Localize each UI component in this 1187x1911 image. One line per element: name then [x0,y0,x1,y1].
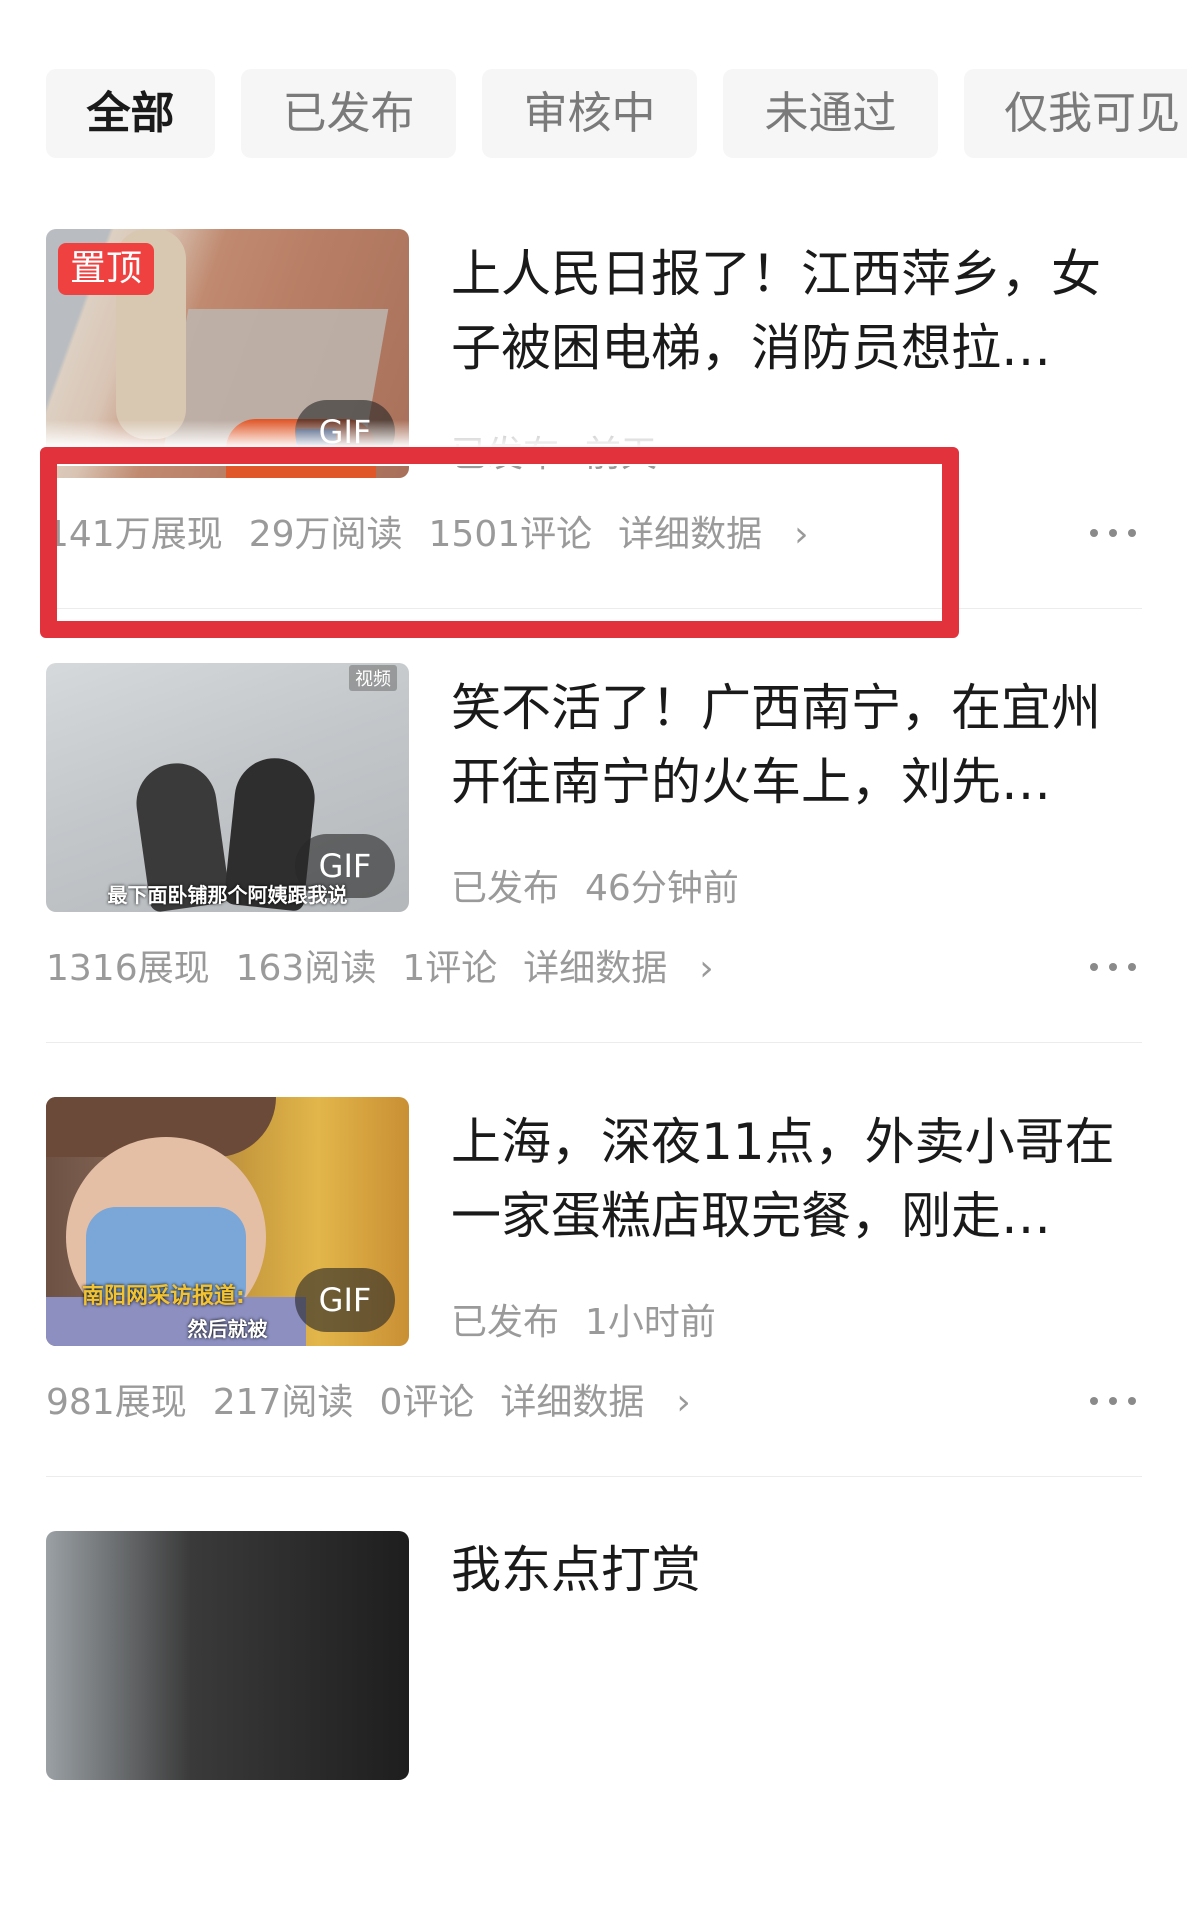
detail-data-link[interactable]: 详细数据 › [618,514,834,555]
impressions-count: 141万展现 [46,514,223,555]
divider [46,1042,1142,1043]
tab-private[interactable]: 仅我可见 [964,69,1187,158]
more-options-icon[interactable] [1090,1381,1136,1421]
tab-published[interactable]: 已发布 [241,69,456,158]
thumbnail-caption: 然后就被 [187,1317,268,1341]
more-options-icon[interactable] [1090,947,1136,987]
thumbnail-caption: 最下面卧铺那个阿姨跟我说 [107,883,348,907]
reads-count: 217阅读 [212,1382,354,1423]
chevron-right-icon: › [699,948,714,989]
divider [46,608,1142,609]
article-title[interactable]: 上海，深夜11点，外卖小哥在一家蛋糕店取完餐，刚走… [451,1105,1143,1253]
article-title[interactable]: 我东点打赏 [451,1533,1143,1681]
detail-data-link[interactable]: 详细数据 › [523,948,739,989]
comments-count: 0评论 [379,1382,475,1423]
publish-status: 已发布 [451,868,560,909]
detail-data-label: 详细数据 [523,948,668,989]
article-item[interactable]: 置顶 GIF 上人民日报了！江西萍乡，女子被困电梯，消防员想拉… 已发布前天 1… [46,229,1142,609]
tab-rejected[interactable]: 未通过 [723,69,938,158]
article-stats: 981展现 217阅读 0评论 详细数据 › [46,1373,743,1425]
article-stats: 141万展现 29万阅读 1501评论 详细数据 › [46,505,861,557]
more-options-icon[interactable] [1090,513,1136,553]
article-title[interactable]: 上人民日报了！江西萍乡，女子被困电梯，消防员想拉… [451,237,1143,385]
thumbnail-caption-source: 南阳网采访报道: [82,1284,245,1309]
pinned-badge: 置顶 [58,243,155,295]
article-title[interactable]: 笑不活了！广西南宁，在宜州开往南宁的火车上，刘先… [451,671,1143,819]
article-thumbnail[interactable]: 南阳网采访报道: GIF 然后就被 [46,1097,409,1346]
tab-under-review[interactable]: 审核中 [482,69,697,158]
reads-count: 163阅读 [235,948,377,989]
chevron-right-icon: › [794,514,809,555]
publish-time: 1小时前 [585,1302,716,1343]
detail-data-link[interactable]: 详细数据 › [500,1382,716,1423]
article-meta: 已发布 1小时前 [451,1293,716,1345]
chevron-right-icon: › [676,1382,691,1423]
article-item[interactable]: 视频 GIF 最下面卧铺那个阿姨跟我说 笑不活了！广西南宁，在宜州开往南宁的火车… [46,663,1142,1043]
reads-count: 29万阅读 [248,514,403,555]
article-stats: 1316展现 163阅读 1评论 详细数据 › [46,939,766,991]
detail-data-label: 详细数据 [500,1382,645,1423]
article-meta: 已发布 46分钟前 [451,859,739,911]
video-tag: 视频 [349,665,397,691]
article-item[interactable]: 南阳网采访报道: GIF 然后就被 上海，深夜11点，外卖小哥在一家蛋糕店取完餐… [46,1097,1142,1477]
article-item[interactable]: 我东点打赏 [46,1531,1142,1911]
article-thumbnail[interactable]: 视频 GIF 最下面卧铺那个阿姨跟我说 [46,663,409,912]
faded-meta-overlay [46,420,686,466]
tab-all[interactable]: 全部 [46,69,215,158]
divider [46,1476,1142,1477]
status-filter-tabs: 全部 已发布 审核中 未通过 仅我可见 [46,69,1187,158]
publish-status: 已发布 [451,1302,560,1343]
impressions-count: 981展现 [46,1382,187,1423]
publish-time: 46分钟前 [585,868,739,909]
detail-data-label: 详细数据 [618,514,763,555]
comments-count: 1501评论 [428,514,593,555]
article-thumbnail[interactable] [46,1531,409,1780]
impressions-count: 1316展现 [46,948,210,989]
comments-count: 1评论 [402,948,498,989]
